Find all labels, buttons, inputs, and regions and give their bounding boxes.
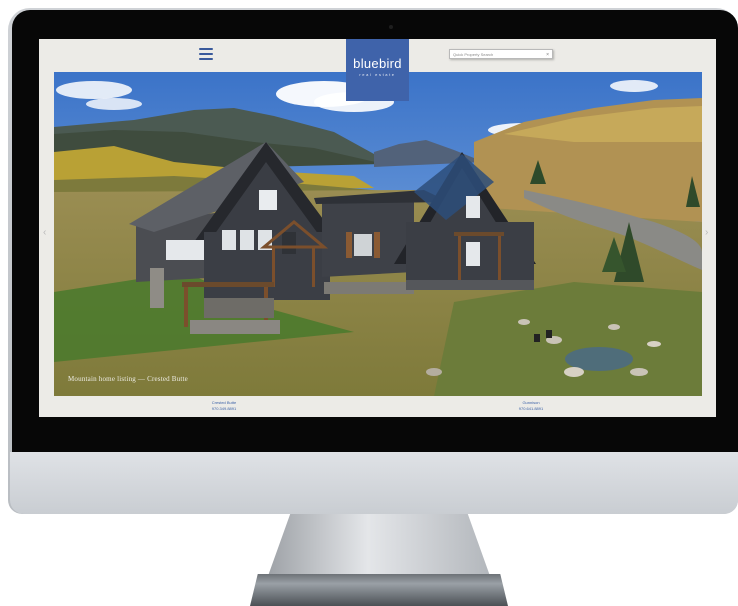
hero-image: Mountain home listing — Crested Butte (54, 72, 702, 396)
monitor-chin (10, 452, 738, 514)
office-phone[interactable]: 970.349.8891 (184, 406, 264, 412)
logo-name: bluebird (353, 56, 402, 71)
search-input[interactable]: Quick Property Search × (449, 49, 553, 59)
office-footer: Crested Butte 970.349.8891 Gunnison 970.… (39, 396, 716, 417)
clear-icon[interactable]: × (546, 50, 549, 60)
office-crested-butte: Crested Butte 970.349.8891 (184, 400, 264, 412)
hamburger-menu-icon[interactable] (199, 48, 213, 60)
office-gunnison: Gunnison 970.641.8891 (491, 400, 571, 412)
brand-logo[interactable]: bluebird real estate (346, 39, 409, 101)
logo-subtitle: real estate (359, 72, 396, 77)
hero-caption: Mountain home listing — Crested Butte (68, 375, 188, 383)
camera-icon (389, 25, 393, 29)
hero-photo (54, 72, 702, 396)
monitor-stand-base (250, 574, 508, 606)
office-phone[interactable]: 970.641.8891 (491, 406, 571, 412)
website-screen: Quick Property Search × bluebird real es… (39, 39, 716, 417)
search-placeholder: Quick Property Search (453, 52, 494, 57)
monitor-stand-neck (268, 514, 490, 576)
next-slide-arrow-icon[interactable]: › (705, 227, 708, 238)
prev-slide-arrow-icon[interactable]: ‹ (43, 227, 46, 238)
